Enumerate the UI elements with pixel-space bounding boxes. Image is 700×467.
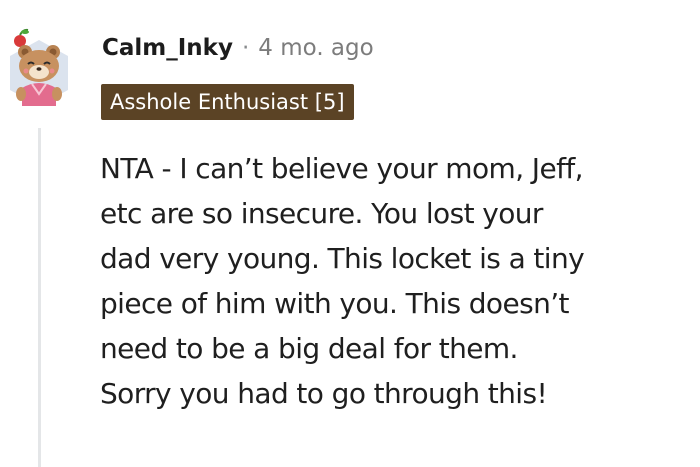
- timestamp-link[interactable]: 4 mo. ago: [258, 35, 373, 61]
- comment-body-line: etc are so insecure. You lost your: [100, 197, 543, 230]
- snoo-bear-avatar-icon: [10, 28, 68, 106]
- comment: Calm_Inky · 4 mo. ago Asshole Enthusiast…: [0, 0, 700, 467]
- comment-body-line: dad very young. This locket is a tiny: [100, 242, 585, 275]
- user-flair: Asshole Enthusiast [5]: [101, 84, 354, 120]
- comment-body: NTA - I can’t believe your mom, Jeff, et…: [100, 146, 692, 416]
- username-link[interactable]: Calm_Inky: [102, 35, 233, 61]
- comment-body-line: Sorry you had to go through this!: [100, 377, 548, 410]
- comment-meta: Calm_Inky · 4 mo. ago: [102, 28, 374, 68]
- comment-body-line: piece of him with you. This doesn’t: [100, 287, 570, 320]
- meta-separator: ·: [241, 35, 250, 61]
- thread-collapse-line[interactable]: [38, 128, 41, 467]
- user-avatar[interactable]: [6, 14, 72, 110]
- comment-body-line: need to be a big deal for them.: [100, 332, 518, 365]
- comment-body-line: NTA - I can’t believe your mom, Jeff,: [100, 152, 584, 185]
